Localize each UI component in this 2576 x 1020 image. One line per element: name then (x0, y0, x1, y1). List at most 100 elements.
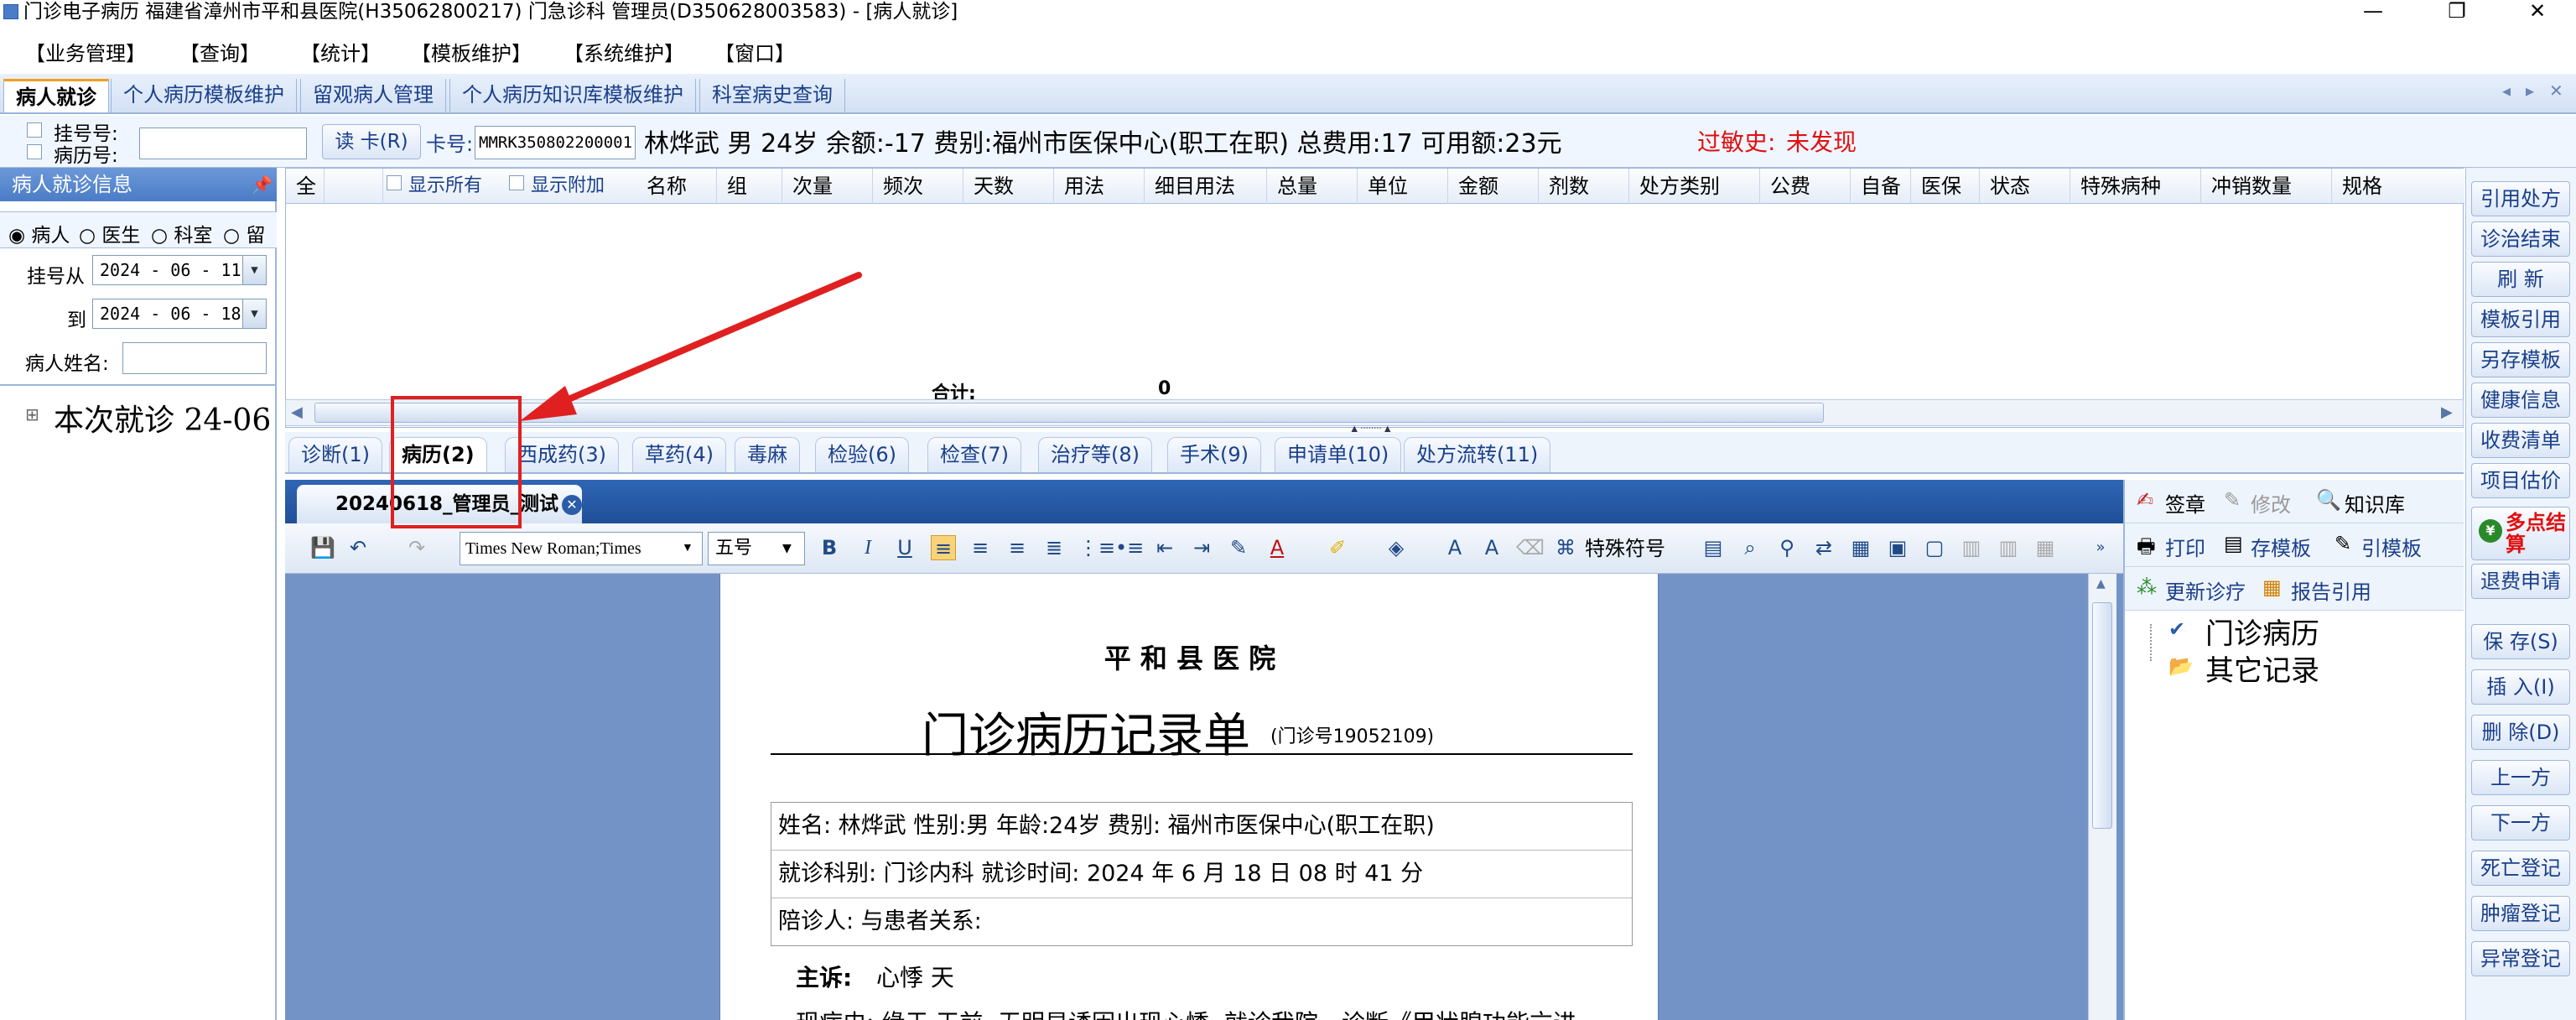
tab-western-medicine[interactable]: 西成药(3) (505, 437, 619, 472)
end-treatment-button[interactable]: 诊治结束 (2471, 221, 2570, 257)
tab-herbal[interactable]: 草药(4) (632, 437, 726, 472)
cite-prescription-button[interactable]: 引用处方 (2471, 181, 2570, 216)
next-rx-button[interactable]: 下一方 (2471, 805, 2570, 840)
col-frequency[interactable]: 频次 (873, 169, 963, 204)
size-dropdown-icon[interactable]: ▼ (782, 533, 792, 565)
tab-next-icon[interactable]: ▸ (2526, 81, 2534, 101)
tab-history-query[interactable]: 科室病史查询 (699, 79, 845, 112)
reg-no-checkbox[interactable] (27, 122, 42, 138)
edit-button[interactable]: 修改 (2251, 488, 2291, 518)
numbered-list-icon[interactable]: ⋮≡ (1078, 535, 1115, 560)
col-total[interactable]: 总量 (1267, 169, 1358, 204)
align-center-icon[interactable]: ≡ (968, 535, 993, 560)
col-amount[interactable]: 金额 (1448, 169, 1539, 204)
scroll-up-icon[interactable]: ▲ (2096, 577, 2106, 591)
col-special-disease[interactable]: 特殊病种 (2070, 169, 2201, 204)
reg-no-input[interactable] (139, 128, 307, 159)
refresh-button[interactable]: 刷 新 (2471, 262, 2570, 297)
tab-observation[interactable]: 留观病人管理 (300, 79, 446, 112)
toolbar-overflow-icon[interactable]: » (2088, 535, 2113, 560)
patient-name-input[interactable] (122, 342, 267, 374)
col-days[interactable]: 天数 (963, 169, 1054, 204)
knowledge-icon[interactable]: 🔍 (2316, 488, 2341, 512)
update-diagnosis-button[interactable]: 更新诊疗 (2165, 575, 2246, 605)
sign-icon[interactable]: ✍ (2137, 488, 2153, 512)
abnormal-registration-button[interactable]: 异常登记 (2471, 941, 2570, 976)
col-insurance[interactable]: 医保 (1911, 169, 1980, 204)
format-painter-icon[interactable]: ✎ (1226, 535, 1251, 560)
redo-icon[interactable]: ↷ (404, 535, 429, 560)
replace-icon[interactable]: ⇄ (1811, 535, 1836, 560)
show-extra-checkbox[interactable] (509, 175, 524, 190)
fill-color-icon[interactable]: ◈ (1384, 535, 1409, 560)
insert-button[interactable]: 插 入(I) (2471, 669, 2570, 705)
tab-surgery[interactable]: 手术(9) (1167, 437, 1261, 472)
col-detail-usage[interactable]: 细目用法 (1145, 169, 1267, 204)
editor-vertical-scrollbar[interactable]: ▲ (2088, 574, 2116, 1020)
close-button[interactable]: ✕ (2512, 0, 2563, 23)
font-color-icon[interactable]: A (1265, 535, 1290, 560)
menu-system[interactable]: 【系统维护】 (564, 37, 684, 66)
tab-patient-visit[interactable]: 病人就诊 (3, 79, 109, 112)
col-rx-type[interactable]: 处方类别 (1629, 169, 1760, 204)
save-button[interactable]: 保 存(S) (2471, 624, 2570, 659)
font-size-select[interactable]: 五号 ▼ (708, 532, 805, 565)
tab-exam[interactable]: 检查(7) (927, 437, 1021, 472)
restore-button[interactable]: ❐ (2432, 0, 2482, 23)
font-name-select[interactable]: Times New Roman;Times ▼ (460, 532, 703, 565)
minimize-button[interactable]: — (2348, 0, 2398, 23)
tab-narcotic[interactable]: 毒麻 (735, 437, 800, 472)
col-self[interactable]: 自备 (1851, 169, 1911, 204)
tab-diagnosis[interactable]: 诊断(1) (288, 437, 382, 472)
shrink-font-icon[interactable]: A (1479, 535, 1504, 560)
tab-request-form[interactable]: 申请单(10) (1275, 437, 1402, 472)
read-card-button[interactable]: 读 卡(R) (322, 124, 421, 159)
col-writeoff[interactable]: 冲销数量 (2201, 169, 2332, 204)
save-template-icon[interactable]: ▤ (2224, 532, 2243, 555)
menu-business[interactable]: 【业务管理】 (25, 37, 146, 66)
tree-expand-icon[interactable]: ⊞ (25, 404, 39, 424)
charge-list-button[interactable]: 收费清单 (2471, 423, 2570, 458)
update-icon[interactable]: ⁂ (2137, 575, 2157, 599)
vscroll-thumb[interactable] (2092, 602, 2112, 829)
tab-lab[interactable]: 检验(6) (815, 437, 909, 472)
tree-item-current-visit[interactable]: 本次就诊 24-06 (54, 396, 277, 440)
show-all-checkbox[interactable] (387, 175, 402, 190)
print-button[interactable]: 打印 (2165, 532, 2205, 561)
undo-icon[interactable]: ↶ (345, 535, 371, 560)
reg-from-date[interactable]: 2024 - 06 - 11 ▼ (92, 255, 267, 285)
tree-other-records[interactable]: 其它记录 (2205, 648, 2319, 689)
col-status[interactable]: 状态 (1980, 169, 2070, 204)
tab-personal-template[interactable]: 个人病历模板维护 (111, 79, 297, 112)
death-registration-button[interactable]: 死亡登记 (2471, 851, 2570, 886)
insert-icon[interactable]: ▤ (1701, 535, 1726, 560)
find-icon[interactable]: ⌕ (1737, 535, 1763, 560)
tab-prev-icon[interactable]: ◂ (2502, 81, 2511, 101)
clear-format-icon[interactable]: ⌫ (1516, 535, 1545, 560)
save-icon[interactable]: 💾 (310, 535, 335, 560)
col-unit[interactable]: 单位 (1358, 169, 1448, 204)
tab-rx-transfer[interactable]: 处方流转(11) (1404, 437, 1551, 472)
save-as-template-button[interactable]: 另存模板 (2471, 342, 2570, 377)
multi-point-settlement-button[interactable]: ¥ 多点结算 (2471, 507, 2570, 560)
sign-button[interactable]: 签章 (2165, 488, 2205, 518)
page-icon[interactable]: ▢ (1922, 535, 1947, 560)
doc-tab-close-icon[interactable]: ✕ (562, 495, 582, 515)
grow-font-icon[interactable]: A (1442, 535, 1467, 560)
template-reference-button[interactable]: 模板引用 (2471, 302, 2570, 337)
tab-close-icon[interactable]: ✕ (2549, 81, 2563, 101)
merge-icon[interactable]: ▥ (1959, 535, 1984, 560)
col-public[interactable]: 公费 (1760, 169, 1851, 204)
report-icon[interactable]: ▦ (2262, 575, 2282, 599)
form-icon[interactable]: ▣ (1885, 535, 1910, 560)
save-template-button[interactable]: 存模板 (2251, 532, 2311, 561)
tab-knowledge-template[interactable]: 个人病历知识库模板维护 (449, 79, 696, 112)
tab-treatment[interactable]: 治疗等(8) (1038, 437, 1152, 472)
refund-request-button[interactable]: 退费申请 (2471, 564, 2570, 599)
tree-outpatient-record[interactable]: 门诊病历 (2205, 611, 2319, 652)
menu-statistics[interactable]: 【统计】 (300, 37, 381, 66)
knowledge-base-button[interactable]: 知识库 (2345, 488, 2405, 518)
grid-icon[interactable]: ▦ (2033, 535, 2058, 560)
special-chars-button[interactable]: 特殊符号 (1585, 535, 1665, 562)
reg-from-dropdown-icon[interactable]: ▼ (242, 256, 266, 284)
